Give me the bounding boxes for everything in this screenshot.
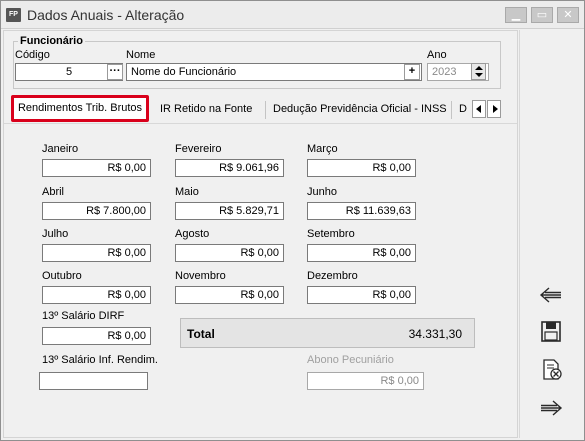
tab-underline — [4, 123, 517, 124]
save-button[interactable] — [537, 320, 565, 344]
novembro-label: Novembro — [175, 270, 226, 282]
dezembro-label: Dezembro — [307, 270, 358, 282]
chevron-left-icon — [476, 105, 481, 113]
outubro-label: Outubro — [42, 270, 82, 282]
marco-field[interactable]: R$ 0,00 — [307, 159, 416, 177]
app-logo-icon: FP — [6, 8, 21, 22]
fevereiro-field[interactable]: R$ 9.061,96 — [175, 159, 284, 177]
janeiro-field[interactable]: R$ 0,00 — [42, 159, 151, 177]
action-panel — [519, 30, 583, 438]
tab-scroll-right-button[interactable] — [487, 100, 501, 118]
back-button[interactable] — [537, 283, 565, 307]
tab-rendimentos-trib-brutos[interactable]: Rendimentos Trib. Brutos — [11, 95, 149, 122]
tab-divider — [451, 101, 452, 119]
total-box: Total 34.331,30 — [180, 318, 475, 348]
codigo-lookup-button[interactable]: ··· — [107, 64, 123, 80]
back-arrow-icon — [539, 287, 561, 303]
tab-deducao-previdencia-inss[interactable]: Dedução Previdência Oficial - INSS — [273, 103, 447, 115]
tab-divider — [265, 101, 266, 119]
salario13-dirf-field[interactable]: R$ 0,00 — [42, 327, 151, 345]
ano-label: Ano — [427, 49, 447, 61]
marco-label: Março — [307, 143, 338, 155]
ano-spinner[interactable] — [471, 63, 486, 80]
junho-label: Junho — [307, 186, 337, 198]
salario13-inf-field[interactable] — [39, 372, 148, 390]
agosto-field[interactable]: R$ 0,00 — [175, 244, 284, 262]
julho-field[interactable]: R$ 0,00 — [42, 244, 151, 262]
tab-scroll-left-button[interactable] — [472, 100, 486, 118]
maximize-button[interactable]: ▭ — [531, 7, 553, 23]
delete-document-icon — [543, 359, 562, 380]
abril-field[interactable]: R$ 7.800,00 — [42, 202, 151, 220]
abril-label: Abril — [42, 186, 65, 198]
close-icon: ✕ — [563, 9, 573, 21]
total-value: 34.331,30 — [408, 327, 462, 341]
delete-button[interactable] — [537, 358, 565, 382]
abono-pecuniario-field[interactable]: R$ 0,00 — [307, 372, 424, 390]
forward-arrow-icon — [541, 400, 563, 416]
minimize-icon: ▁ — [511, 9, 521, 21]
tab-bar: Rendimentos Trib. Brutos IR Retido na Fo… — [11, 95, 505, 125]
salario13-dirf-label: 13º Salário DIRF — [42, 310, 125, 322]
fevereiro-label: Fevereiro — [175, 143, 222, 155]
agosto-label: Agosto — [175, 228, 210, 240]
title-bar: FP Dados Anuais - Alteração ▁ ▭ ✕ — [1, 1, 584, 29]
julho-label: Julho — [42, 228, 69, 240]
tab-ir-retido-na-fonte[interactable]: IR Retido na Fonte — [160, 103, 252, 115]
maio-label: Maio — [175, 186, 199, 198]
window: FP Dados Anuais - Alteração ▁ ▭ ✕ Funcio… — [0, 0, 585, 441]
junho-field[interactable]: R$ 11.639,63 — [307, 202, 416, 220]
codigo-label: Código — [15, 49, 50, 61]
total-label: Total — [187, 327, 215, 341]
main-panel: Funcionário Código 5 ··· Nome Nome do Fu… — [3, 30, 518, 438]
setembro-field[interactable]: R$ 0,00 — [307, 244, 416, 262]
spin-down-icon — [475, 73, 483, 77]
chevron-right-icon — [493, 105, 498, 113]
tab-truncated[interactable]: D — [459, 103, 467, 115]
dezembro-field[interactable]: R$ 0,00 — [307, 286, 416, 304]
salario13-inf-label: 13º Salário Inf. Rendim. — [42, 354, 158, 366]
setembro-label: Setembro — [307, 228, 355, 240]
minimize-button[interactable]: ▁ — [505, 7, 527, 23]
close-button[interactable]: ✕ — [557, 7, 579, 23]
outubro-field[interactable]: R$ 0,00 — [42, 286, 151, 304]
maio-field[interactable]: R$ 5.829,71 — [175, 202, 284, 220]
save-icon — [541, 321, 561, 342]
funcionario-group-title: Funcionário — [18, 35, 85, 47]
maximize-icon: ▭ — [536, 9, 548, 21]
window-title: Dados Anuais - Alteração — [27, 7, 185, 23]
nome-label: Nome — [126, 49, 156, 61]
abono-pecuniario-label: Abono Pecuniário — [307, 354, 394, 366]
novembro-field[interactable]: R$ 0,00 — [175, 286, 284, 304]
spin-up-icon — [475, 66, 483, 70]
nome-field[interactable]: Nome do Funcionário — [126, 63, 422, 81]
forward-button[interactable] — [537, 396, 565, 420]
nome-add-button[interactable]: + — [404, 64, 420, 80]
janeiro-label: Janeiro — [42, 143, 79, 155]
